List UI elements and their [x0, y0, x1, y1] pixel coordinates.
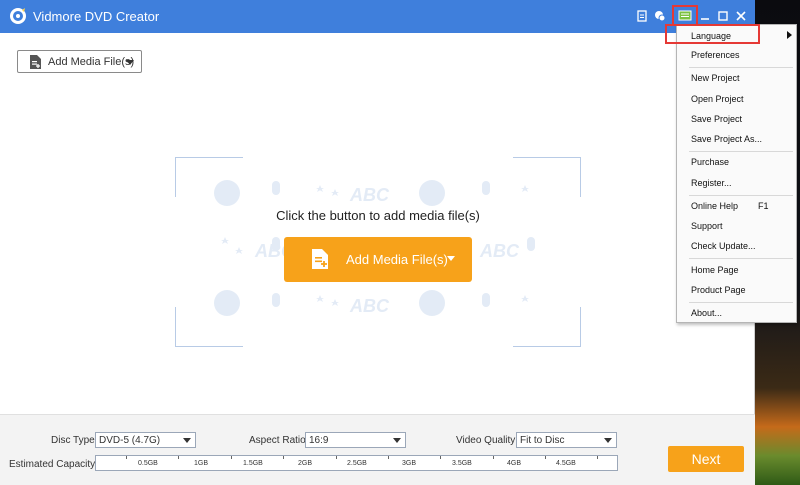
- menu-item-online-help[interactable]: Online Help F1: [691, 201, 769, 211]
- menu-item-register[interactable]: Register...: [691, 178, 732, 188]
- capacity-tickmark: [126, 456, 127, 459]
- menu-item-preferences[interactable]: Preferences: [691, 50, 740, 60]
- capacity-tickmark: [231, 456, 232, 459]
- capacity-tick: 2.5GB: [347, 460, 367, 467]
- add-file-icon: [30, 55, 41, 69]
- add-media-big-button[interactable]: Add Media File(s): [284, 237, 472, 282]
- pattern-text: ABC: [479, 241, 520, 261]
- menu-item-support[interactable]: Support: [691, 221, 723, 231]
- menu-item-new-project[interactable]: New Project: [691, 73, 740, 83]
- menu-item-label: Product Page: [691, 285, 746, 295]
- menu-item-label: About...: [691, 308, 723, 318]
- pattern-text: ABC: [349, 185, 390, 205]
- capacity-tick: 4GB: [507, 460, 522, 467]
- chevron-down-icon[interactable]: [126, 60, 134, 65]
- capacity-tick: 4.5GB: [556, 460, 576, 467]
- next-button[interactable]: Next: [668, 446, 744, 472]
- close-icon[interactable]: [733, 8, 749, 24]
- chevron-down-icon[interactable]: [447, 256, 455, 261]
- video-quality-label: Video Quality:: [456, 435, 519, 446]
- capacity-tick: 3GB: [402, 460, 417, 467]
- capacity-tickmark: [388, 456, 389, 459]
- menu-item-label: New Project: [691, 73, 740, 83]
- capacity-tickmark: [336, 456, 337, 459]
- menu-item-label: Online Help: [691, 201, 739, 211]
- menu-item-open-project[interactable]: Open Project: [691, 94, 744, 104]
- submenu-arrow-icon: [787, 31, 792, 39]
- menu-item-label: Open Project: [691, 94, 744, 104]
- app-logo-icon: [10, 8, 26, 24]
- menu-separator: [689, 195, 793, 196]
- menu-item-label: Register...: [691, 178, 732, 188]
- app-title: Vidmore DVD Creator: [33, 9, 160, 24]
- menu-item-check-update[interactable]: Check Update...: [691, 241, 756, 251]
- menu-item-label: Preferences: [691, 50, 740, 60]
- drop-area[interactable]: ABC ABC ABC ABC Click the button to add …: [175, 157, 581, 347]
- aspect-ratio-value: 16:9: [309, 435, 329, 446]
- menu-item-purchase[interactable]: Purchase: [691, 157, 729, 167]
- add-media-big-label: Add Media File(s): [346, 252, 448, 267]
- menu-button-highlight: [672, 5, 698, 26]
- capacity-tick: 1GB: [194, 460, 209, 467]
- maximize-icon[interactable]: [715, 8, 731, 24]
- main-menu: Language Preferences New Project Open Pr…: [676, 24, 797, 323]
- add-file-icon: [312, 249, 328, 269]
- language-highlight: [665, 24, 760, 44]
- app-window: Vidmore DVD Creator Add Media File(s) AB…: [0, 0, 755, 485]
- menu-item-label: Support: [691, 221, 723, 231]
- menu-separator: [689, 302, 793, 303]
- title-bar: Vidmore DVD Creator: [0, 0, 755, 33]
- pattern-text: ABC: [349, 296, 390, 316]
- menu-item-save-project[interactable]: Save Project: [691, 114, 742, 124]
- menu-item-product-page[interactable]: Product Page: [691, 285, 746, 295]
- aspect-ratio-label: Aspect Ratio:: [249, 435, 309, 446]
- video-quality-value: Fit to Disc: [520, 435, 565, 446]
- add-media-label: Add Media File(s): [48, 56, 135, 68]
- menu-item-home-page[interactable]: Home Page: [691, 265, 739, 275]
- capacity-tickmark: [597, 456, 598, 459]
- add-media-button[interactable]: Add Media File(s): [17, 50, 142, 73]
- capacity-tickmark: [283, 456, 284, 459]
- video-quality-select[interactable]: Fit to Disc: [516, 432, 617, 448]
- capacity-bar: 0.5GB 1GB 1.5GB 2GB 2.5GB 3GB 3.5GB 4GB …: [95, 455, 618, 471]
- capacity-tick: 0.5GB: [138, 460, 158, 467]
- capacity-tick: 1.5GB: [243, 460, 263, 467]
- capacity-tickmark: [545, 456, 546, 459]
- bottom-bar: Disc Type DVD-5 (4.7G) Aspect Ratio: 16:…: [0, 414, 755, 485]
- disc-type-label: Disc Type: [51, 435, 95, 446]
- capacity-label: Estimated Capacity:: [9, 459, 98, 470]
- menu-item-label: Check Update...: [691, 241, 756, 251]
- chevron-down-icon: [604, 438, 612, 443]
- menu-item-shortcut: F1: [758, 201, 769, 211]
- minimize-icon[interactable]: [697, 8, 713, 24]
- menu-item-save-project-as[interactable]: Save Project As...: [691, 134, 762, 144]
- disc-type-select[interactable]: DVD-5 (4.7G): [95, 432, 196, 448]
- drop-hint: Click the button to add media file(s): [276, 208, 480, 223]
- menu-item-label: Home Page: [691, 265, 739, 275]
- feedback-icon[interactable]: [652, 8, 668, 24]
- menu-separator: [689, 258, 793, 259]
- menu-item-label: Save Project As...: [691, 134, 763, 144]
- capacity-tickmark: [493, 456, 494, 459]
- aspect-ratio-select[interactable]: 16:9: [305, 432, 406, 448]
- menu-item-label: Save Project: [691, 114, 743, 124]
- capacity-tick: 2GB: [298, 460, 313, 467]
- chevron-down-icon: [393, 438, 401, 443]
- capacity-tick: 3.5GB: [452, 460, 472, 467]
- menu-item-label: Purchase: [691, 157, 730, 167]
- disc-type-value: DVD-5 (4.7G): [99, 435, 161, 446]
- menu-separator: [689, 67, 793, 68]
- chevron-down-icon: [183, 438, 191, 443]
- file-icon[interactable]: [634, 8, 650, 24]
- menu-separator: [689, 151, 793, 152]
- capacity-tickmark: [178, 456, 179, 459]
- menu-item-about[interactable]: About...: [691, 308, 722, 318]
- capacity-tickmark: [440, 456, 441, 459]
